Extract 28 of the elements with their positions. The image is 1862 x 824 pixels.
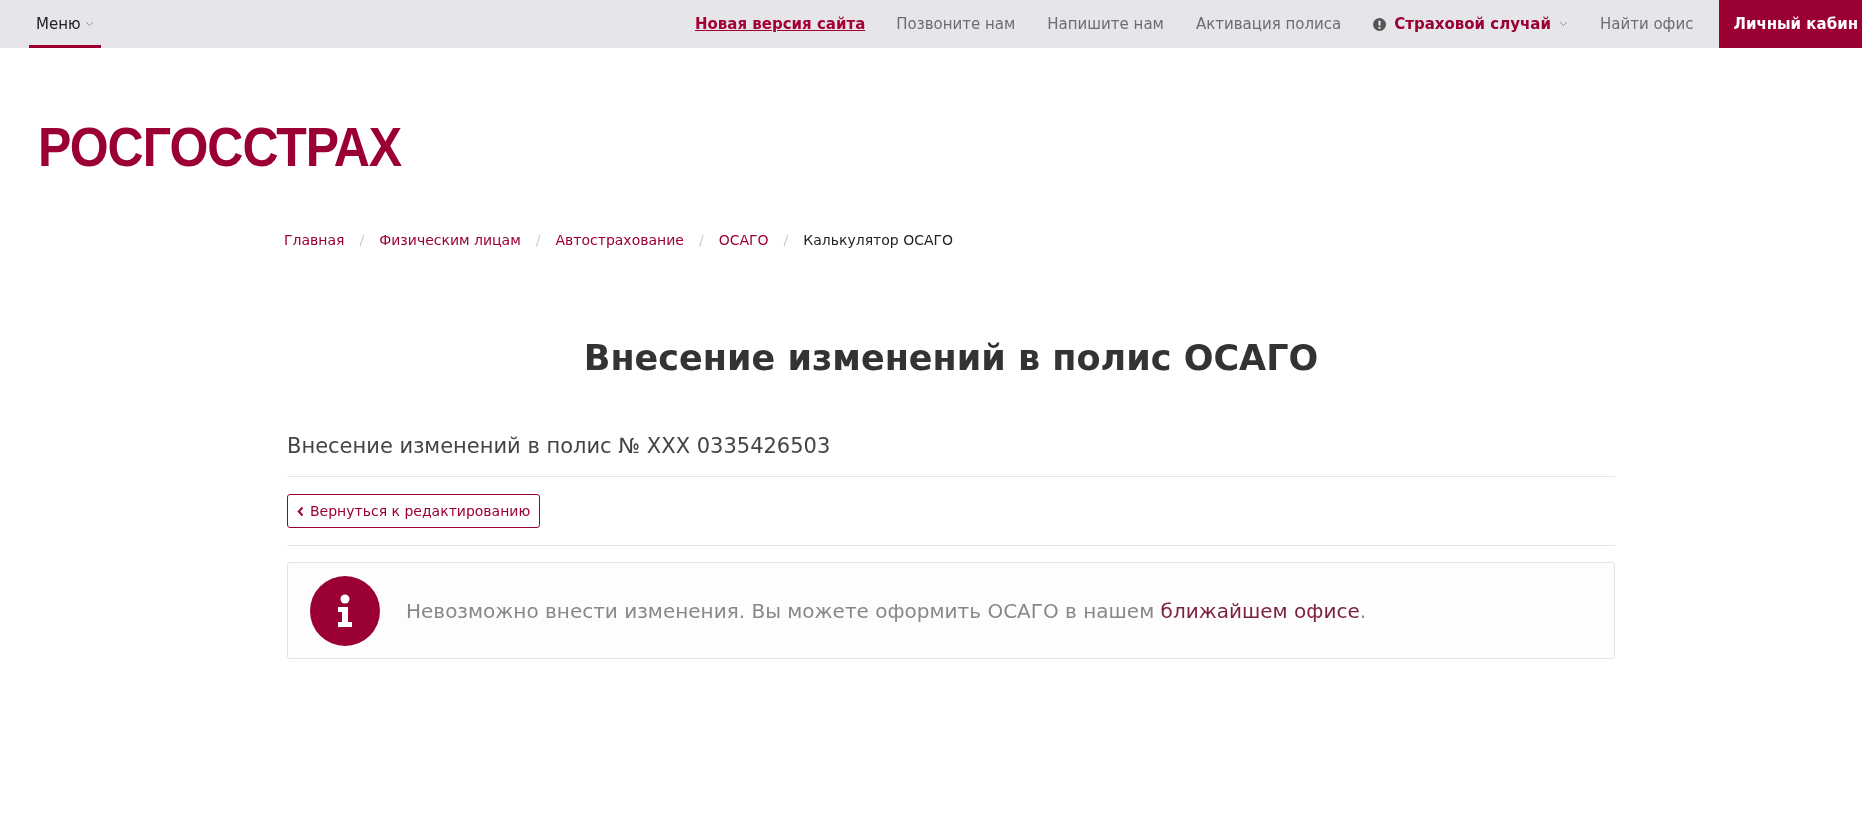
chevron-left-icon [297, 505, 304, 517]
page-title: Внесение изменений в полис ОСАГО [582, 337, 1320, 380]
back-button[interactable]: Вернуться к редактированию [287, 494, 541, 528]
nav-link[interactable]: Активация полиса [1179, 12, 1358, 36]
nearest-office-link[interactable]: ближайшем офисе [1160, 598, 1360, 623]
nav-dropdown[interactable]: Страховой случай [1357, 12, 1584, 36]
breadcrumb-separator: / [358, 230, 366, 250]
policy-subtitle: Внесение изменений в полис № XXX 0335426503 [287, 430, 1615, 477]
info-icon [310, 575, 380, 646]
breadcrumb-link[interactable]: ОСАГО [718, 229, 769, 251]
account-button[interactable]: Личный кабин [1719, 0, 1862, 48]
breadcrumb-link[interactable]: Автострахование [555, 229, 684, 251]
logo[interactable]: РОСГОССТРАХ [38, 120, 402, 175]
breadcrumb-link[interactable]: Физическим лицам [379, 229, 521, 251]
exclamation-circle-icon [1373, 17, 1387, 31]
menu-button[interactable]: Меню [29, 0, 101, 48]
breadcrumb-separator: / [534, 230, 542, 250]
chevron-down-icon [1558, 21, 1568, 27]
nav-link[interactable]: Позвоните нам [880, 12, 1032, 36]
nav-link[interactable]: Напишите нам [1031, 12, 1180, 36]
current-page-label: Калькулятор ОСАГО [803, 230, 954, 250]
alert-message: Невозможно внести изменения. Вы можете оформить ОСАГО в нашем ближайшем офисе. [406, 597, 1367, 625]
breadcrumb-separator: / [782, 230, 790, 250]
breadcrumb-separator: / [697, 230, 705, 250]
nav-link[interactable]: Найти офис [1583, 12, 1710, 36]
breadcrumb-link[interactable]: Главная [284, 229, 345, 251]
chevron-down-icon [84, 21, 94, 27]
nav-link[interactable]: Новая версия сайта [679, 12, 881, 36]
